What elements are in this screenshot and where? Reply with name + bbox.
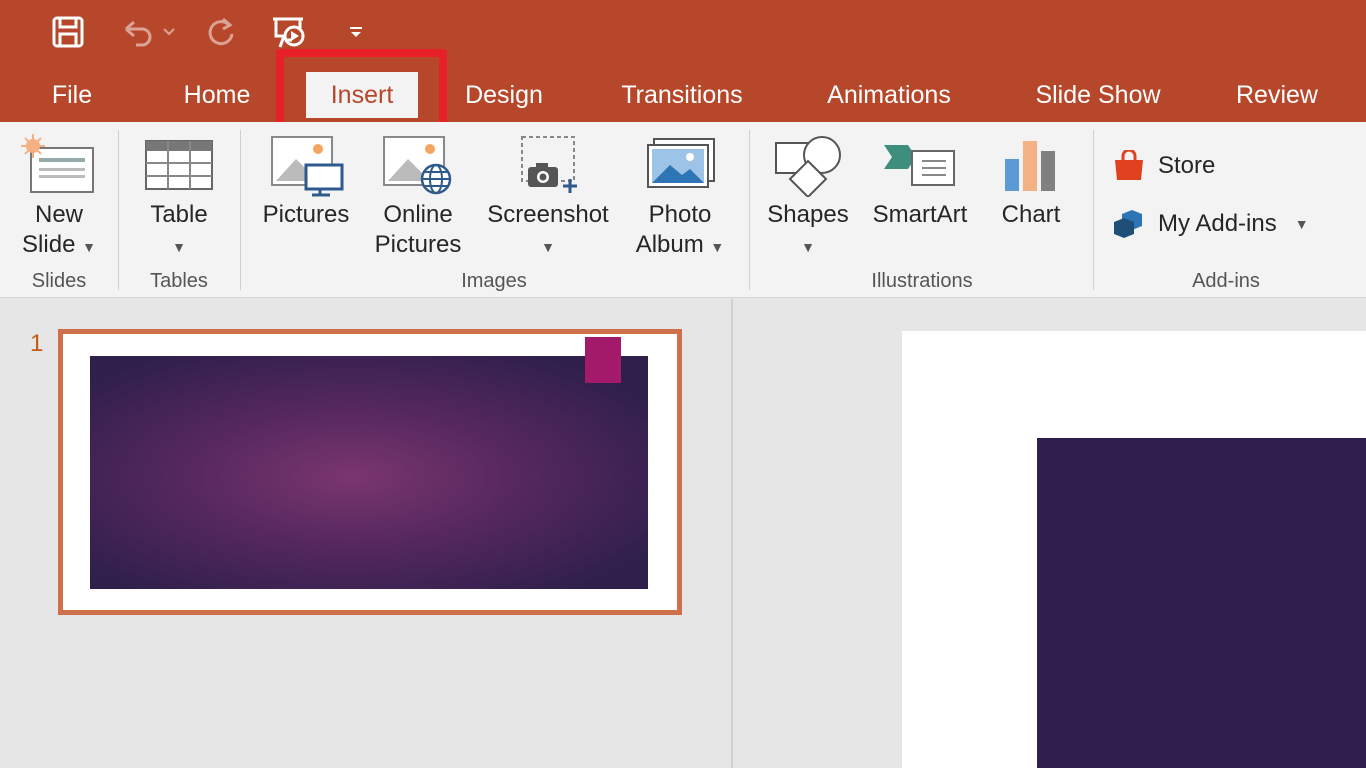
pictures-label: Pictures [262, 201, 350, 228]
divider [1093, 130, 1094, 290]
table-label: Table [150, 201, 208, 228]
new-slide-label-1: New [34, 201, 83, 228]
slide-number: 1 [30, 330, 44, 357]
smartart-label: SmartArt [872, 201, 968, 228]
tab-file[interactable]: File [36, 72, 108, 118]
tab-transitions[interactable]: Transitions [604, 72, 760, 118]
smartart-icon [880, 130, 960, 200]
pictures-button[interactable]: Pictures [254, 130, 358, 230]
chevron-down-icon: ▼ [82, 239, 96, 255]
divider [749, 130, 750, 290]
title-bar: File Home Insert Design Transitions Anim… [0, 0, 1366, 122]
group-label-images: Images [461, 270, 527, 292]
slide-canvas-background [1037, 438, 1366, 768]
pictures-icon [266, 130, 346, 200]
table-icon [139, 130, 219, 200]
group-label-slides: Slides [31, 270, 87, 292]
slide-thumbnail[interactable] [58, 329, 682, 615]
tab-slide-show[interactable]: Slide Show [1018, 72, 1178, 118]
slide-thumbnail-background [90, 356, 648, 589]
screenshot-button[interactable]: Screenshot ▼ [478, 130, 618, 262]
online-pictures-label-2: Pictures [374, 231, 462, 258]
online-pictures-button[interactable]: Online Pictures [366, 130, 470, 260]
divider [118, 130, 119, 290]
photo-album-button[interactable]: Photo Album ▼ [624, 130, 736, 262]
screenshot-label: Screenshot [487, 201, 609, 228]
shapes-label: Shapes [767, 201, 849, 228]
photo-album-label-2: Album [635, 231, 704, 258]
store-icon [1115, 150, 1143, 180]
group-label-tables: Tables [150, 270, 208, 292]
group-label-add-ins: Add-ins [1192, 270, 1260, 292]
store-label: Store [1158, 152, 1216, 179]
new-slide-icon [19, 130, 99, 200]
new-slide-button[interactable]: New Slide ▼ [14, 130, 104, 262]
chevron-down-icon[interactable]: ▼ [1295, 216, 1309, 232]
shapes-button[interactable]: Shapes ▼ [762, 130, 854, 262]
chart-icon [991, 130, 1071, 200]
smartart-button[interactable]: SmartArt [862, 130, 978, 230]
photo-album-icon [640, 130, 720, 200]
screenshot-icon [508, 130, 588, 200]
chart-button[interactable]: Chart [990, 130, 1072, 230]
redo-icon[interactable] [200, 12, 240, 52]
tab-design[interactable]: Design [448, 72, 560, 118]
group-label-illustrations: Illustrations [871, 270, 973, 292]
tab-home[interactable]: Home [162, 72, 272, 118]
chevron-down-icon: ▼ [801, 239, 815, 255]
divider [240, 130, 241, 290]
chart-label: Chart [1001, 201, 1061, 228]
insert-tab-highlight [276, 49, 447, 132]
undo-icon[interactable] [118, 12, 178, 52]
slide-thumbnail-tag [585, 337, 621, 383]
add-ins-icon [1114, 210, 1142, 238]
store-button[interactable]: Store [1112, 150, 1215, 182]
ribbon-insert: New Slide ▼ Table ▼ Pictures Online Pict… [0, 122, 1366, 298]
shapes-icon [768, 130, 848, 200]
photo-album-label-1: Photo [648, 201, 712, 228]
new-slide-label-2: Slide [22, 231, 76, 258]
tab-animations[interactable]: Animations [804, 72, 974, 118]
tab-review[interactable]: Review [1222, 72, 1332, 118]
start-from-beginning-icon[interactable] [268, 12, 312, 52]
save-icon[interactable] [48, 12, 88, 52]
customize-qat-icon[interactable] [344, 12, 368, 52]
online-pictures-label-1: Online [383, 201, 453, 228]
table-button[interactable]: Table ▼ [134, 130, 224, 262]
online-pictures-icon [378, 130, 458, 200]
chevron-down-icon: ▼ [172, 239, 186, 255]
my-add-ins-label: My Add-ins [1158, 210, 1277, 237]
chevron-down-icon: ▼ [710, 239, 725, 255]
chevron-down-icon: ▼ [541, 239, 555, 255]
my-add-ins-button[interactable]: My Add-ins ▼ [1112, 208, 1309, 240]
